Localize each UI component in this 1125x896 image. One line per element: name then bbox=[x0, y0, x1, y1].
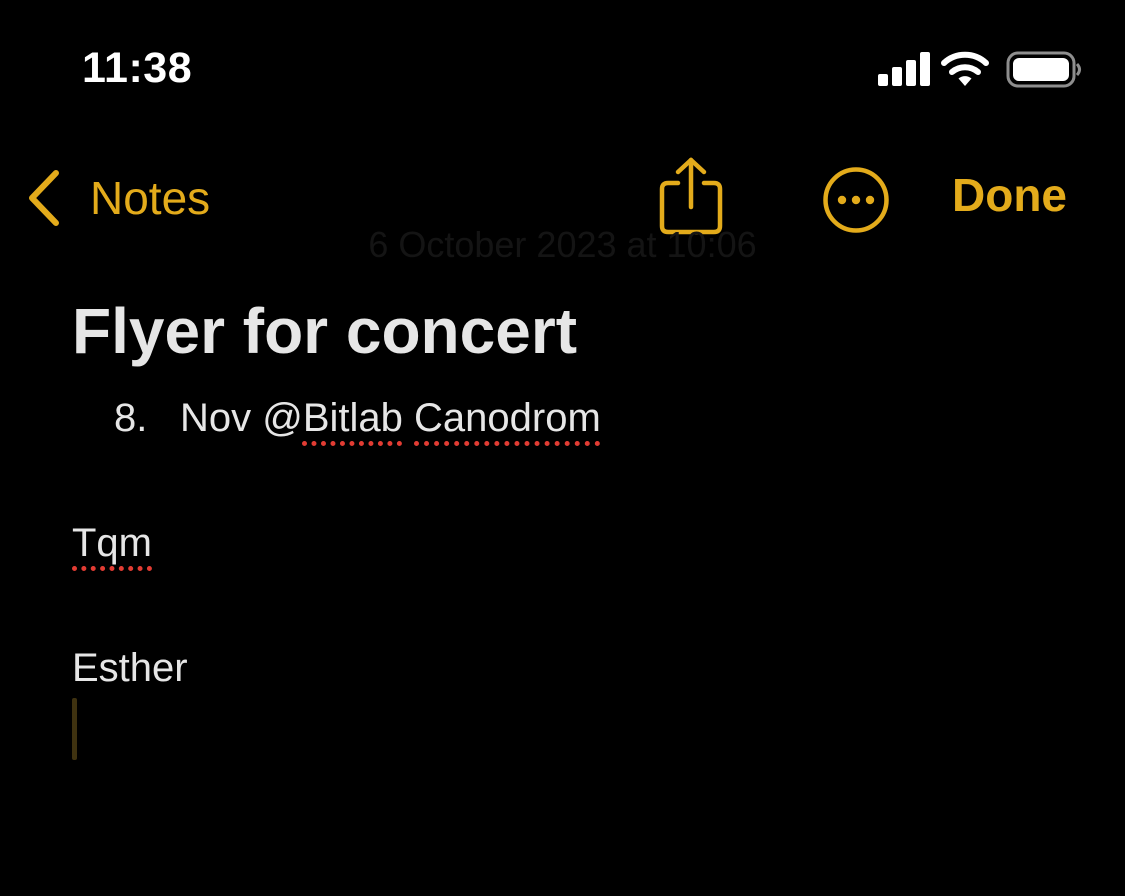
note-title[interactable]: Flyer for concert bbox=[72, 296, 577, 367]
list-number: 8. bbox=[114, 396, 148, 440]
text-cursor bbox=[72, 698, 77, 760]
note-paragraph[interactable]: Tqm bbox=[72, 519, 152, 567]
status-time: 11:38 bbox=[82, 44, 193, 92]
wifi-icon bbox=[941, 51, 989, 86]
back-to-notes-button[interactable]: Notes bbox=[24, 163, 210, 233]
back-button-label: Notes bbox=[90, 172, 211, 224]
note-paragraph[interactable]: Esther bbox=[72, 644, 188, 692]
battery-icon bbox=[1006, 51, 1081, 88]
done-button[interactable]: Done bbox=[952, 172, 1067, 218]
misspelled-word[interactable]: Bitlab bbox=[303, 396, 403, 440]
chevron-left-icon bbox=[29, 170, 59, 226]
misspelled-word[interactable]: Canodrom bbox=[414, 396, 601, 440]
numbered-list-item[interactable]: 8. Nov @Bitlab Canodrom bbox=[114, 394, 601, 442]
list-text-prefix: Nov @ bbox=[180, 396, 303, 440]
cellular-signal-icon bbox=[878, 52, 930, 86]
status-icons bbox=[878, 51, 1081, 88]
note-date: 6 October 2023 at 10:06 bbox=[368, 224, 757, 265]
misspelled-word[interactable]: Tqm bbox=[72, 521, 152, 565]
